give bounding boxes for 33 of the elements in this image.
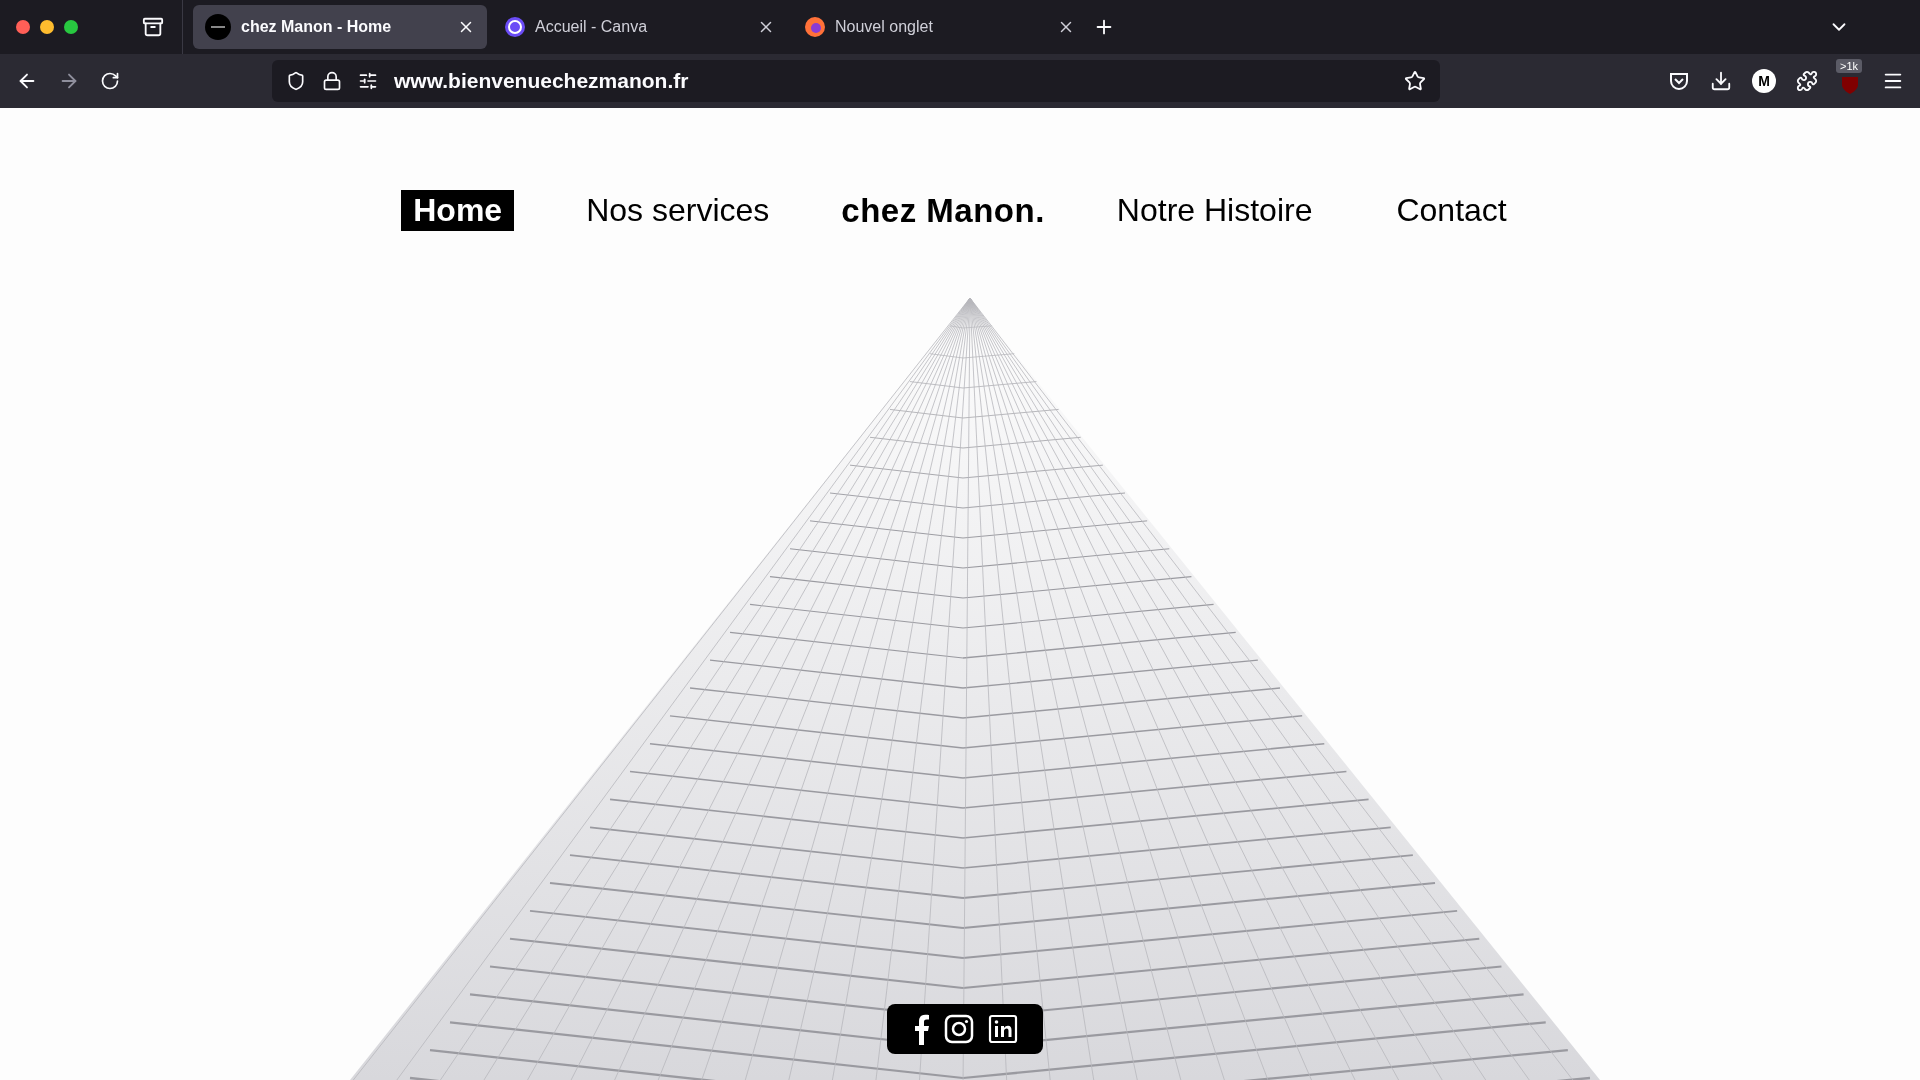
bookmark-star-icon[interactable] — [1404, 70, 1426, 92]
nav-link[interactable]: Nos services — [574, 190, 782, 231]
tab-title: Nouvel onglet — [835, 18, 934, 36]
browser-tab[interactable]: Nouvel onglet — [793, 5, 1087, 49]
facebook-icon[interactable] — [912, 1013, 930, 1045]
reload-icon[interactable] — [100, 71, 120, 91]
close-window-button[interactable] — [16, 20, 30, 34]
linkedin-icon[interactable] — [988, 1014, 1018, 1044]
extension-badge: >1k — [1836, 59, 1863, 73]
url-text: www.bienvenuechezmanon.fr — [394, 69, 690, 93]
instagram-icon[interactable] — [944, 1014, 974, 1044]
address-bar[interactable]: www.bienvenuechezmanon.fr — [272, 60, 1440, 102]
tab-overview-icon[interactable] — [142, 16, 164, 38]
lock-icon[interactable] — [322, 71, 342, 91]
download-icon[interactable] — [1710, 70, 1732, 92]
permissions-icon[interactable] — [358, 71, 378, 91]
tab-title: chez Manon - Home — [241, 18, 393, 36]
browser-tab[interactable]: chez Manon - Home — [193, 5, 487, 49]
zoom-window-button[interactable] — [64, 20, 78, 34]
pocket-icon[interactable] — [1668, 70, 1690, 92]
shield-icon[interactable] — [286, 71, 306, 91]
site-logo[interactable]: chez Manon. — [841, 191, 1045, 230]
site-logo-icon — [205, 14, 231, 40]
nav-link[interactable]: Notre Histoire — [1104, 190, 1325, 231]
browser-tab[interactable]: Accueil - Canva — [493, 5, 787, 49]
nav-link[interactable]: Contact — [1384, 190, 1519, 231]
canva-logo-icon — [505, 17, 525, 37]
account-avatar[interactable]: M — [1752, 69, 1776, 93]
tab-title: Accueil - Canva — [535, 18, 649, 36]
minimize-window-button[interactable] — [40, 20, 54, 34]
firefox-logo-icon — [805, 17, 825, 37]
extensions-icon[interactable] — [1796, 70, 1818, 92]
nav-link[interactable]: Home — [401, 190, 515, 231]
